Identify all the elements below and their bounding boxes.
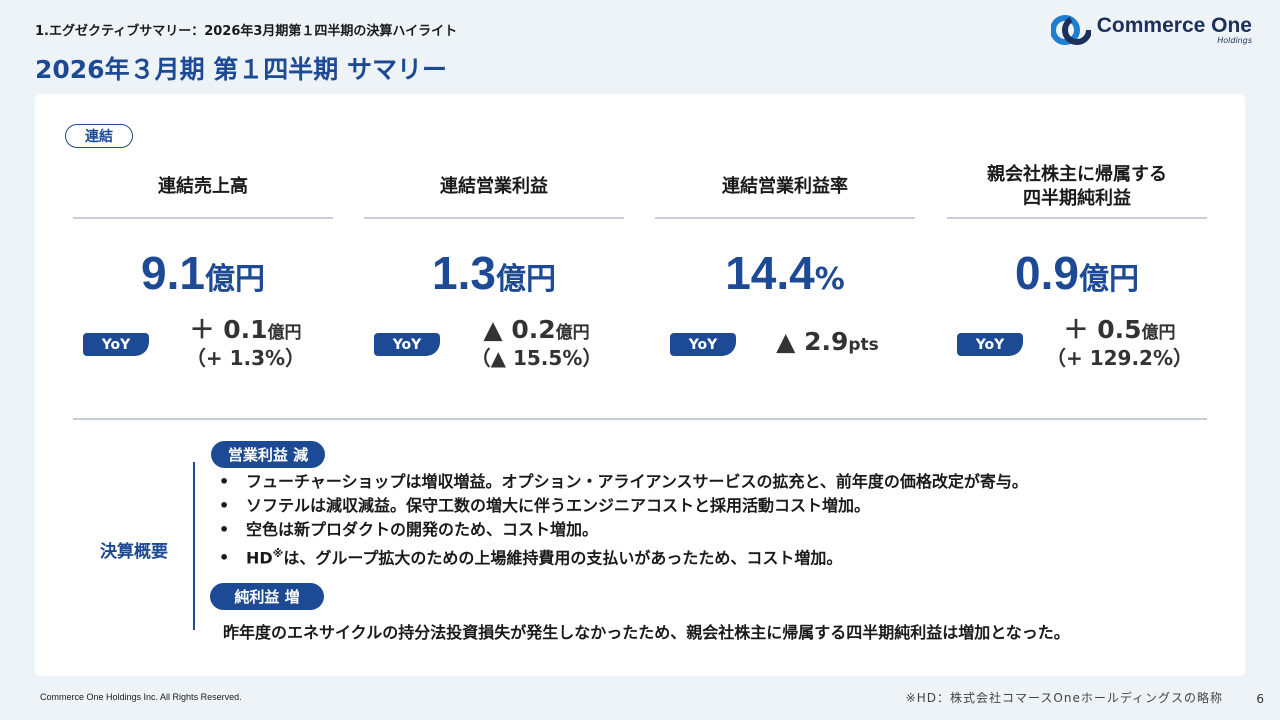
yoy-badge: YoY [957,333,1023,356]
list-item: • フューチャーショップは増収増益。オプション・アライアンスサービスの拡充と、前年… [219,472,1028,491]
metric-value: 0.9億円 [1015,247,1139,299]
summary-bullets: • フューチャーショップは増収増益。オプション・アライアンスサービスの拡充と、前年… [219,470,1028,570]
summary-label: 決算概要 [100,542,168,562]
section-divider [73,418,1207,420]
consolidated-tag: 連結 [65,124,133,148]
list-item: • HD※は、グループ拡大のための上場維持費用の支払いがあったため、コスト増加。 [219,547,843,568]
logo-mark-icon [1050,15,1091,45]
metric-net-income: 親会社株主に帰属する 四半期純利益 0.9億円 YoY ＋ 0.5億円 （+ 1… [947,156,1207,396]
net-income-pill: 純利益 増 [210,583,324,610]
metric-delta: ▲ 2.9pts [776,327,879,356]
breadcrumb: 1.エグゼクティブサマリー：2026年3月期第１四半期の決算ハイライト [35,24,458,39]
operating-profit-pill: 営業利益 減 [211,441,325,468]
metric-underline [73,217,333,219]
logo-name: Commerce One [1096,14,1252,37]
copyright: Commerce One Holdings Inc. All Rights Re… [40,692,242,702]
list-item: • 空色は新プロダクトの開発のため、コスト増加。 [219,520,599,539]
metric-underline [655,217,915,219]
metric-underline [947,217,1207,219]
metric-label: 連結営業利益率 [722,175,848,197]
logo-sub: Holdings [1217,36,1252,45]
list-item: • ソフテルは減収減益。保守工数の増大に伴うエンジニアコストと採用活動コスト増加。 [219,496,871,515]
metric-operating-profit: 連結営業利益 1.3億円 YoY ▲ 0.2億円 （▲ 15.5%） [364,156,624,396]
page-title: 2026年３月期 第１四半期 サマリー [35,55,447,84]
yoy-badge: YoY [374,333,440,356]
metric-label: 連結営業利益 [440,175,548,197]
metric-value: 9.1億円 [141,247,265,299]
metric-label: 連結売上高 [158,175,248,197]
page-number: 6 [1256,692,1264,706]
company-logo: Commerce One Holdings [1050,14,1252,46]
summary-card: 連結 連結売上高 9.1億円 YoY ＋ 0.1億円 （+ 1.3%） 連結営業… [35,94,1245,676]
metric-underline [364,217,624,219]
metric-value: 1.3億円 [432,247,556,299]
yoy-badge: YoY [83,333,149,356]
metric-delta: ▲ 0.2億円 （▲ 15.5%） [470,315,603,371]
metric-label: 親会社株主に帰属する 四半期純利益 [987,163,1167,209]
metric-delta: ＋ 0.5億円 （+ 129.2%） [1045,315,1194,371]
yoy-badge: YoY [670,333,736,356]
footnote: ※HD：株式会社コマースOneホールディングスの略称 [905,691,1223,705]
metric-revenue: 連結売上高 9.1億円 YoY ＋ 0.1億円 （+ 1.3%） [73,156,333,396]
metric-operating-margin: 連結営業利益率 14.4% YoY ▲ 2.9pts [655,156,915,396]
metric-delta: ＋ 0.1億円 （+ 1.3%） [185,315,306,371]
summary-vertical-bar [193,462,195,630]
net-income-text: 昨年度のエネサイクルの持分法投資損失が発生しなかったため、親会社株主に帰属する四… [223,623,1070,642]
metric-value: 14.4% [725,247,845,299]
